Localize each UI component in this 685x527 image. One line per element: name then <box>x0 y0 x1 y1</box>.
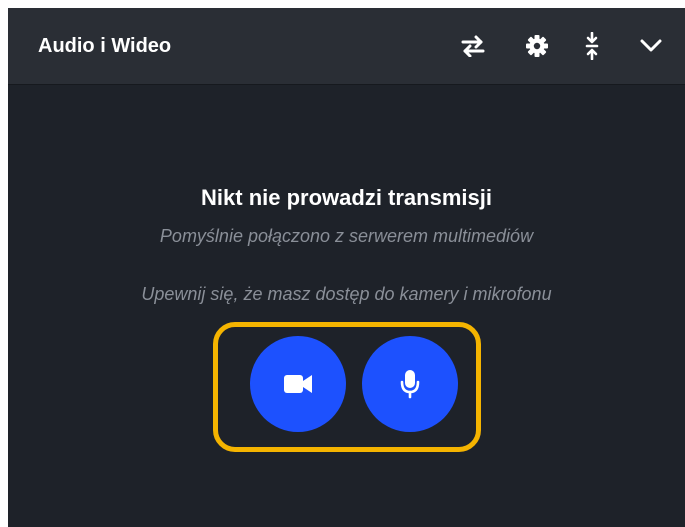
microphone-button[interactable] <box>362 336 458 432</box>
swap-icon[interactable] <box>457 30 489 62</box>
empty-state-title: Nikt nie prowadzi transmisji <box>201 185 492 210</box>
camera-button[interactable] <box>250 336 346 432</box>
video-camera-icon <box>284 375 312 393</box>
gear-icon[interactable] <box>521 30 553 62</box>
connection-status-text: Pomyślnie połączono z serwerem multimedi… <box>159 226 534 246</box>
audio-video-panel: Audio i Wideo Nikt nie prowadzi transmis… <box>8 8 685 527</box>
permission-hint-text: Upewnij się, że masz dostęp do kamery i … <box>141 284 552 304</box>
collapse-vertical-icon[interactable] <box>576 30 608 62</box>
panel-content: Nikt nie prowadzi transmisji Pomyślnie p… <box>8 85 685 527</box>
microphone-icon <box>400 370 420 399</box>
chevron-down-icon[interactable] <box>635 30 667 62</box>
panel-header: Audio i Wideo <box>8 8 685 85</box>
panel-title: Audio i Wideo <box>38 35 172 57</box>
